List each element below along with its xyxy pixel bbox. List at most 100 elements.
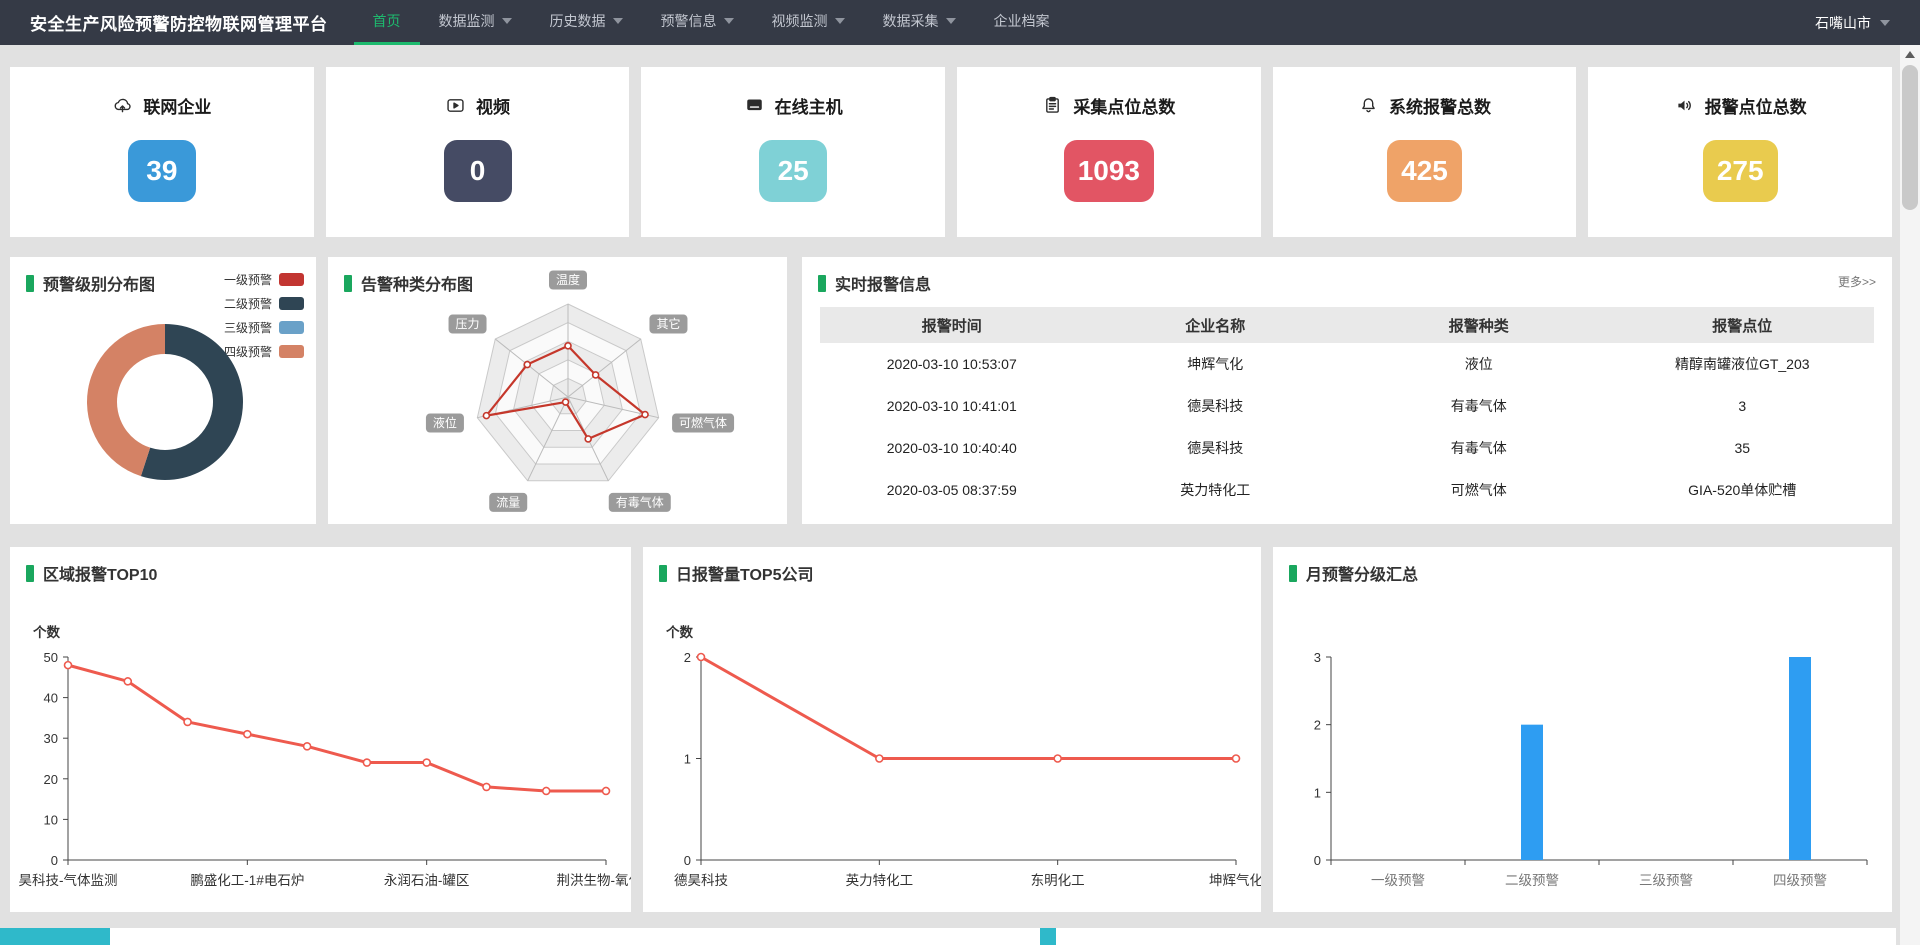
clipboard-icon [1042, 95, 1063, 116]
nav-item-label: 数据监测 [439, 11, 495, 31]
legend-label: 一级预警 [224, 271, 272, 288]
alarm-cell: 有毒气体 [1347, 427, 1611, 469]
alarm-table-body: 2020-03-10 10:53:07坤辉气化液位精醇南罐液位GT_203202… [820, 343, 1874, 511]
warning-level-pie-panel: 预警级别分布图 一级预警二级预警三级预警四级预警 [10, 257, 316, 524]
svg-text:1: 1 [1314, 785, 1321, 800]
warning-level-donut-chart [20, 305, 310, 520]
alarm-row: 2020-03-10 10:41:01德昊科技有毒气体3 [820, 385, 1874, 427]
daily-alarm-top5-chart: 012个数德昊科技英力特化工东明化工坤辉气化 [643, 587, 1261, 912]
svg-text:德昊科技: 德昊科技 [674, 873, 728, 888]
alarm-cell: 液位 [1347, 343, 1611, 385]
alarm-cell: 德昊科技 [1084, 385, 1348, 427]
realtime-alarm-table: 报警时间企业名称报警种类报警点位 2020-03-10 10:53:07坤辉气化… [820, 307, 1874, 511]
nav-item-label: 视频监测 [772, 11, 828, 31]
stat-value-badge: 0 [444, 140, 512, 202]
panel-title-row: 区域报警TOP10 [10, 547, 631, 585]
nav-item-enterprise-archive[interactable]: 企业档案 [975, 0, 1069, 45]
radar-axis-label: 液位 [426, 414, 464, 433]
nav-item-video-monitor[interactable]: 视频监测 [753, 0, 864, 45]
alarm-cell: 精醇南罐液位GT_203 [1611, 343, 1875, 385]
alarm-row: 2020-03-05 08:37:59英力特化工可燃气体GIA-520单体贮槽 [820, 469, 1874, 511]
region-alarm-top10-panel: 区域报警TOP10 01020304050个数昊科技-气体监测鹏盛化工-1#电石… [10, 547, 631, 912]
more-link[interactable]: 更多>> [1838, 273, 1876, 290]
svg-text:三级预警: 三级预警 [1639, 873, 1693, 888]
radar-axis-label: 可燃气体 [672, 414, 734, 433]
svg-text:2: 2 [684, 650, 691, 665]
stat-label: 采集点位总数 [1073, 93, 1175, 118]
speaker-icon [1674, 95, 1695, 116]
alarm-cell: 有毒气体 [1347, 385, 1611, 427]
svg-text:鹏盛化工-1#电石炉: 鹏盛化工-1#电石炉 [190, 873, 304, 888]
stat-value-badge: 39 [128, 140, 196, 202]
alarm-cell: 可燃气体 [1347, 469, 1611, 511]
alarm-table-header: 报警时间企业名称报警种类报警点位 [820, 307, 1874, 343]
alarm-column-header: 报警种类 [1347, 307, 1611, 343]
nav-item-data-collect[interactable]: 数据采集 [864, 0, 975, 45]
video-icon [445, 95, 466, 116]
nav-item-home[interactable]: 首页 [354, 0, 420, 45]
svg-text:二级预警: 二级预警 [1505, 873, 1559, 888]
region-label: 石嘴山市 [1815, 13, 1871, 33]
top-nav: 安全生产风险预警防控物联网管理平台 首页数据监测 历史数据 预警信息视频监测 数据采集… [0, 0, 1920, 45]
alarm-cell: 3 [1611, 385, 1875, 427]
alarm-cell: 35 [1611, 427, 1875, 469]
stat-value-badge: 1093 [1064, 140, 1154, 202]
svg-text:温度: 温度 [556, 272, 580, 287]
scrollbar-up-arrow-icon[interactable] [1900, 45, 1920, 63]
nav-item-label: 历史数据 [550, 11, 606, 31]
alarm-cell: 2020-03-05 08:37:59 [820, 469, 1084, 511]
stat-card-online-hosts: 在线主机25 [641, 67, 945, 237]
nav-item-history-data[interactable]: 历史数据 [531, 0, 642, 45]
svg-text:50: 50 [44, 650, 58, 665]
panel-title: 区域报警TOP10 [43, 561, 157, 585]
alarm-cell: 坤辉气化 [1084, 343, 1348, 385]
alarm-cell: GIA-520单体贮槽 [1611, 469, 1875, 511]
alarm-header-row: 报警时间企业名称报警种类报警点位 [820, 307, 1874, 343]
svg-text:流量: 流量 [496, 495, 520, 509]
svg-text:荆洪生物-氧化反: 荆洪生物-氧化反 [557, 873, 632, 888]
app-title: 安全生产风险预警防控物联网管理平台 [30, 10, 328, 35]
scrollbar-thumb[interactable] [1902, 65, 1918, 210]
alarm-type-radar-panel: 告警种类分布图 温度其它可燃气体有毒气体流量液位压力 [328, 257, 787, 524]
radar-axis-label: 其它 [649, 315, 687, 334]
stat-label-row: 联网企业 [10, 93, 314, 118]
alarm-cell: 2020-03-10 10:40:40 [820, 427, 1084, 469]
cloud-upload-icon [112, 95, 133, 116]
alarm-type-radar-chart: 温度其它可燃气体有毒气体流量液位压力 [328, 257, 787, 524]
svg-text:其它: 其它 [656, 316, 680, 331]
panel-title-row: 月预警分级汇总 [1273, 547, 1892, 585]
stat-card-videos: 视频 0 [326, 67, 630, 237]
nav-item-data-monitor[interactable]: 数据监测 [420, 0, 531, 45]
page-scrollbar[interactable] [1900, 45, 1920, 945]
svg-text:10: 10 [44, 812, 58, 827]
nav-item-warning-info[interactable]: 预警信息 [642, 0, 753, 45]
stat-card-system-alarms: 系统报警总数425 [1273, 67, 1577, 237]
svg-text:30: 30 [44, 731, 58, 746]
realtime-alarm-panel: 实时报警信息 更多>> 报警时间企业名称报警种类报警点位 2020-03-10 … [802, 257, 1892, 524]
chevron-down-icon [724, 18, 734, 24]
chevron-down-icon [946, 18, 956, 24]
nav-menu: 首页数据监测 历史数据 预警信息视频监测 数据采集企业档案 [354, 0, 1069, 45]
monitor-icon [744, 95, 765, 116]
radar-axis-label: 流量 [489, 493, 527, 512]
daily-alarm-top5-panel: 日报警量TOP5公司 012个数德昊科技英力特化工东明化工坤辉气化 [643, 547, 1261, 912]
svg-text:可燃气体: 可燃气体 [679, 415, 727, 430]
stat-label: 报警点位总数 [1705, 93, 1807, 118]
green-marker [659, 565, 667, 582]
svg-text:四级预警: 四级预警 [1773, 873, 1827, 888]
stat-card-connected-enterprises: 联网企业 39 [10, 67, 314, 237]
alarm-cell: 德昊科技 [1084, 427, 1348, 469]
legend-item[interactable]: 一级预警 [224, 271, 304, 288]
stat-value-badge: 275 [1703, 140, 1778, 202]
legend-swatch [279, 273, 304, 286]
stat-label-row: 报警点位总数 [1588, 93, 1892, 118]
svg-text:0: 0 [51, 853, 58, 868]
stat-value-badge: 425 [1387, 140, 1462, 202]
green-marker [818, 275, 826, 292]
bottom-strip-segment [0, 928, 110, 945]
stat-label: 视频 [476, 93, 510, 118]
green-marker [26, 275, 34, 292]
region-selector[interactable]: 石嘴山市 [1815, 13, 1890, 33]
chevron-down-icon [835, 18, 845, 24]
bottom-partial-row [0, 928, 1896, 945]
